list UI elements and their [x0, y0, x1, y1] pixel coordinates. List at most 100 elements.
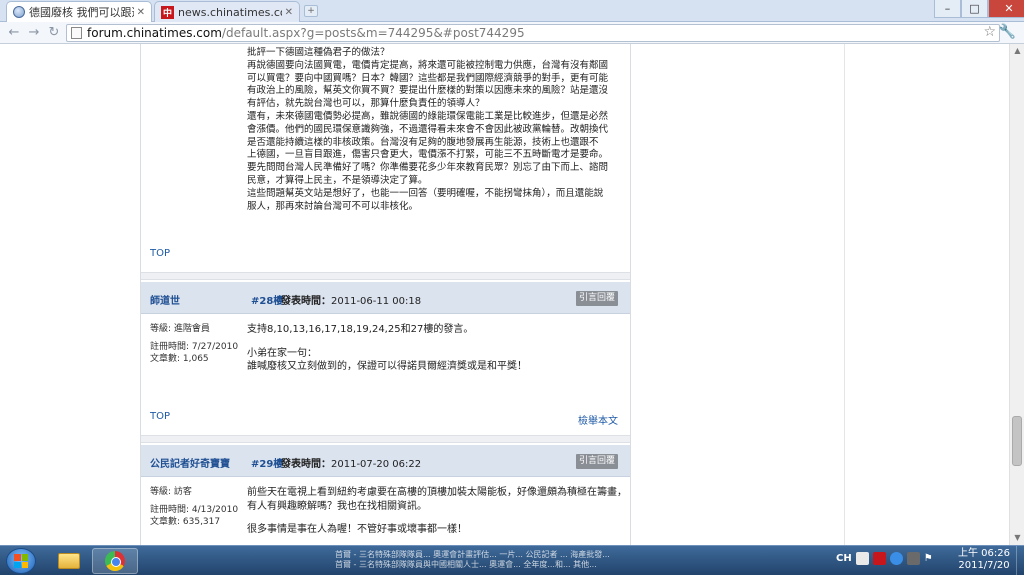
tab-close-icon[interactable]: ✕: [285, 7, 293, 18]
body-line: 有評估，就先說台灣也可以，那算什麼負責任的領導人？: [247, 98, 485, 110]
floor-number[interactable]: #29樓: [251, 455, 283, 470]
body-line: [247, 513, 625, 523]
url-host: forum.chinatimes.com: [87, 26, 222, 40]
address-bar[interactable]: forum.chinatimes.com/default.aspx?g=post…: [66, 24, 1000, 42]
meta-line: 註冊時間: 7/27/2010: [150, 342, 239, 352]
body-line: 批評一下德國這種偽君子的做法？: [247, 47, 390, 58]
scroll-up-icon[interactable]: ▲: [1010, 44, 1024, 58]
page-icon: [71, 27, 82, 39]
post-body-29: 前些天在電視上看到紐約考慮要在高樓的頂樓加裝太陽能板，好像還頗為積極在籌畫， 有…: [247, 486, 627, 537]
sidebar-column: [631, 44, 845, 545]
top-link[interactable]: TOP: [150, 248, 170, 259]
show-desktop-button[interactable]: [1016, 546, 1024, 575]
tab-strip: 德國廢核 我們可以跟進嗎 ✕ 中 news.chinatimes.com/fo …: [0, 0, 1024, 22]
top-link[interactable]: TOP: [150, 411, 170, 422]
news-ticker: 首爾 - 三名特殊部隊隊員... 奧運會計畫評估... 一片... 公民記者 .…: [335, 550, 815, 570]
post-time: 發表時間：2011-07-20 06:22: [281, 455, 421, 470]
system-tray: CH ⚑: [836, 552, 937, 565]
back-button[interactable]: ←: [6, 25, 22, 41]
chrome-icon: [105, 551, 125, 571]
meta-line: 等級: 訪客: [150, 487, 192, 497]
tab-news[interactable]: 中 news.chinatimes.com/fo ✕: [154, 1, 300, 22]
browser-toolbar: ← → ↻ forum.chinatimes.com/default.aspx?…: [0, 22, 1024, 44]
body-line: [247, 337, 625, 347]
body-line: 支持8,10,13,16,17,18,19,24,25和27樓的發言。: [247, 324, 474, 335]
reload-button[interactable]: ↻: [46, 25, 62, 41]
scroll-thumb[interactable]: [1012, 416, 1022, 466]
body-line: 要先問問台灣人民準備好了嗎？你準備要花多少年來教育民眾？別忘了由下而上、諮問: [247, 162, 609, 174]
maximize-button[interactable]: □: [961, 0, 988, 18]
input-method-icon[interactable]: [872, 552, 886, 565]
meta-line: 註冊時間: 4/13/2010: [150, 505, 239, 515]
globe-icon: [13, 6, 25, 18]
body-line: 有人有興趣瞭解嗎？我也在找相關資訊。: [247, 500, 427, 512]
quote-reply-button[interactable]: 引言回覆: [576, 454, 618, 469]
ime-indicator[interactable]: CH: [836, 553, 852, 564]
tab-title: 德國廢核 我們可以跟進嗎: [29, 6, 134, 19]
body-line: 有政治上的風險，幫英文你買不買？要提出什麼樣的對策以因應未來的風險？站是還沒: [247, 85, 609, 97]
url-path: /default.aspx?g=posts&m=744295&#post7442…: [221, 26, 525, 40]
minimize-button[interactable]: –: [934, 0, 961, 18]
page-scrollbar[interactable]: ▲ ▼: [1009, 44, 1024, 545]
post-separator: [141, 272, 630, 280]
post-time-label: 發表時間：: [281, 296, 331, 307]
action-center-flag-icon[interactable]: ⚑: [924, 552, 937, 565]
taskbar: 首爾 - 三名特殊部隊隊員... 奧運會計畫評估... 一片... 公民記者 .…: [0, 545, 1024, 575]
page-viewport: 批評一下德國這種偽君子的做法？ 再說德國要向法國買電，電價肯定提高，將來還可能被…: [0, 44, 1009, 545]
quote-reply-button[interactable]: 引言回覆: [576, 291, 618, 306]
author-meta: 等級: 訪客 註冊時間: 4/13/2010 文章數: 635,317: [150, 486, 238, 528]
post-body-prev: 批評一下德國這種偽君子的做法？ 再說德國要向法國買電，電價肯定提高，將來還可能被…: [247, 47, 625, 213]
close-window-button[interactable]: ✕: [988, 0, 1024, 18]
floor-number[interactable]: #28樓: [251, 292, 283, 307]
post-header: 公民記者好奇寶寶 #29樓 發表時間：2011-07-20 06:22 引言回覆: [141, 445, 630, 477]
body-line: 民意，才算得上民主，不是領導決定了算。: [247, 174, 428, 186]
help-icon[interactable]: [889, 552, 903, 565]
forward-button[interactable]: →: [26, 25, 42, 41]
ticker-line: 首爾 - 三名特殊部隊隊員... 奧運會計畫評估... 一片... 公民記者 .…: [335, 550, 610, 559]
folder-icon: [58, 553, 80, 569]
taskbar-explorer-button[interactable]: [46, 548, 92, 574]
body-line: 這些問題幫英文站是想好了，也能一一回答（要明確喔，不能拐彎抹角），而且還能說: [247, 187, 604, 199]
tab-forum[interactable]: 德國廢核 我們可以跟進嗎 ✕: [6, 1, 152, 22]
post-column: 批評一下德國這種偽君子的做法？ 再說德國要向法國買電，電價肯定提高，將來還可能被…: [140, 44, 631, 545]
scroll-down-icon[interactable]: ▼: [1010, 531, 1024, 545]
post-time-value: 2011-07-20 06:22: [331, 459, 422, 470]
meta-line: 等級: 進階會員: [150, 324, 210, 334]
chinatimes-icon: 中: [161, 5, 174, 19]
clock-time: 上午 06:26: [958, 548, 1010, 559]
tab-title: news.chinatimes.com/fo: [178, 5, 282, 19]
bookmark-star-icon[interactable]: ☆: [983, 24, 996, 40]
meta-line: 文章數: 1,065: [150, 354, 209, 364]
start-button[interactable]: [6, 548, 36, 574]
post-header: 師道世 #28樓 發表時間：2011-06-11 00:18 引言回覆: [141, 282, 630, 314]
body-line: 小弟在家一句：: [247, 347, 317, 359]
author-meta: 等級: 進階會員 註冊時間: 7/27/2010 文章數: 1,065: [150, 323, 238, 365]
body-line: 前些天在電視上看到紐約考慮要在高樓的頂樓加裝太陽能板，好像還頗為積極在籌畫，: [247, 487, 627, 498]
windows-logo-icon: [14, 554, 28, 568]
ime-pad-icon[interactable]: [855, 552, 869, 565]
clock-date: 2011/7/20: [958, 560, 1010, 571]
body-line: 誰喊廢核又立刻做到的，保證可以得諾貝爾經濟獎或是和平獎！: [247, 361, 527, 372]
wrench-menu-icon[interactable]: 🔧: [999, 24, 1016, 40]
meta-line: 文章數: 635,317: [150, 517, 221, 527]
body-line: 可以買電？要向中國買嗎？日本？韓國？這些都是我們國際經濟競爭的對手，更有可能: [247, 72, 609, 84]
body-line: 是否還能持續這樣的非核政策。台灣沒有足夠的腹地發展再生能源，技術上也還跟不: [247, 136, 599, 148]
post-separator: [141, 435, 630, 443]
tab-close-icon[interactable]: ✕: [137, 7, 145, 18]
author-name[interactable]: 公民記者好奇寶寶: [150, 455, 230, 470]
window-controls: – □ ✕: [934, 0, 1024, 18]
new-tab-button[interactable]: +: [304, 5, 318, 17]
body-line: 很多事情是事在人為喔！不管好事或壞事都一樣！: [247, 524, 467, 535]
tray-options-icon[interactable]: [906, 552, 920, 565]
ticker-line: 首爾 - 三名特殊部隊隊員與中國相關人士... 奧運會... 全年度...和..…: [335, 560, 597, 569]
taskbar-chrome-button[interactable]: [92, 548, 138, 574]
body-line: 會漲價。他們的國民環保意識夠強，不過還得看未來會不會因此被政黨輪替。改朝換代: [247, 123, 609, 135]
post-time: 發表時間：2011-06-11 00:18: [281, 292, 421, 307]
system-clock[interactable]: 上午 06:26 2011/7/20: [958, 548, 1010, 572]
post-time-value: 2011-06-11 00:18: [331, 296, 422, 307]
body-line: 還有，未來德國電價勢必提高，雖說德國的綠能環保電能工業是比較進步，但還是必然: [247, 110, 609, 122]
author-name[interactable]: 師道世: [150, 292, 180, 307]
body-line: 服人，那再來討論台灣可不可以非核化。: [247, 200, 419, 212]
post-body-28: 支持8,10,13,16,17,18,19,24,25和27樓的發言。 小弟在家…: [247, 323, 625, 374]
report-post-link[interactable]: 檢舉本文: [578, 412, 618, 427]
